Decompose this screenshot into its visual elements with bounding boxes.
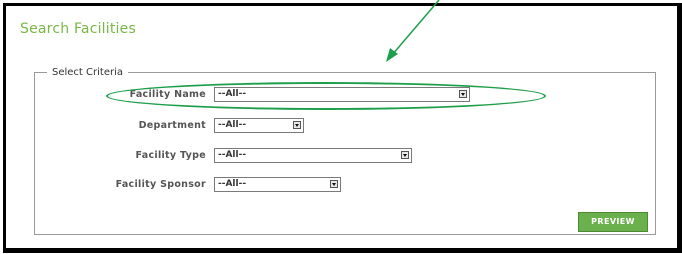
annotation-arrow-icon <box>386 0 440 62</box>
